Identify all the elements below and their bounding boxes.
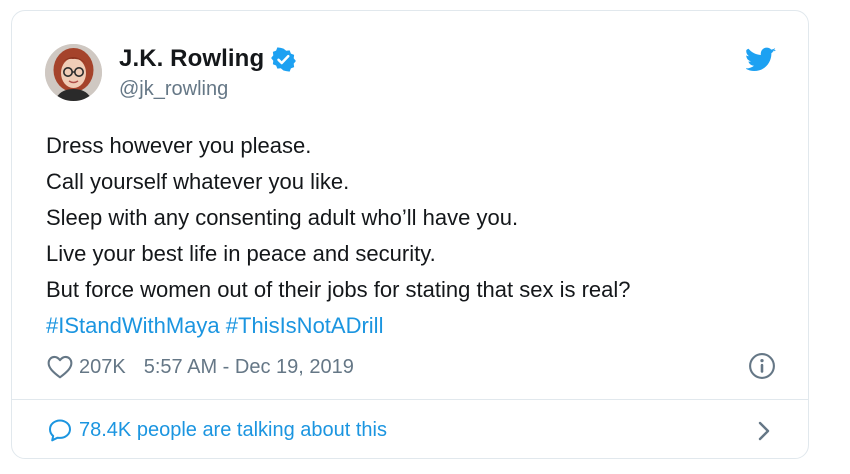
conversation-label[interactable]: 78.4K people are talking about this xyxy=(79,419,387,442)
hashtag-link[interactable]: #ThisIsNotADrill xyxy=(226,313,384,338)
twitter-bird-icon[interactable] xyxy=(746,47,776,73)
tweet-line: But force women out of their jobs for st… xyxy=(46,277,631,302)
author-row: J.K. Rowling xyxy=(119,44,297,74)
verified-badge-icon xyxy=(271,46,297,72)
author-handle[interactable]: @jk_rowling xyxy=(119,78,228,101)
tweet-line: Dress however you please. xyxy=(46,133,312,158)
heart-icon[interactable] xyxy=(47,355,73,379)
tweet-meta-row: 207K 5:57 AM - Dec 19, 2019 xyxy=(47,352,354,382)
hashtag-line: #IStandWithMaya #ThisIsNotADrill xyxy=(46,308,786,344)
author-display-name[interactable]: J.K. Rowling xyxy=(119,45,264,73)
avatar-image xyxy=(45,44,102,101)
like-count[interactable]: 207K xyxy=(79,356,126,379)
hashtag-link[interactable]: #IStandWithMaya xyxy=(46,313,220,338)
tweet-line: Sleep with any consenting adult who’ll h… xyxy=(46,205,519,230)
tweet-card[interactable]: J.K. Rowling @jk_rowling Dress however y… xyxy=(11,10,809,459)
card-divider xyxy=(12,399,808,400)
tweet-line: Live your best life in peace and securit… xyxy=(46,241,436,266)
tweet-text: Dress however you please. Call yourself … xyxy=(46,128,786,344)
avatar[interactable] xyxy=(45,44,102,101)
chevron-right-icon[interactable] xyxy=(756,419,772,443)
tweet-timestamp[interactable]: 5:57 AM - Dec 19, 2019 xyxy=(144,356,354,379)
conversation-link[interactable]: 78.4K people are talking about this xyxy=(48,414,387,446)
info-icon[interactable] xyxy=(748,352,776,380)
speech-bubble-icon xyxy=(49,419,71,442)
tweet-line: Call yourself whatever you like. xyxy=(46,169,350,194)
